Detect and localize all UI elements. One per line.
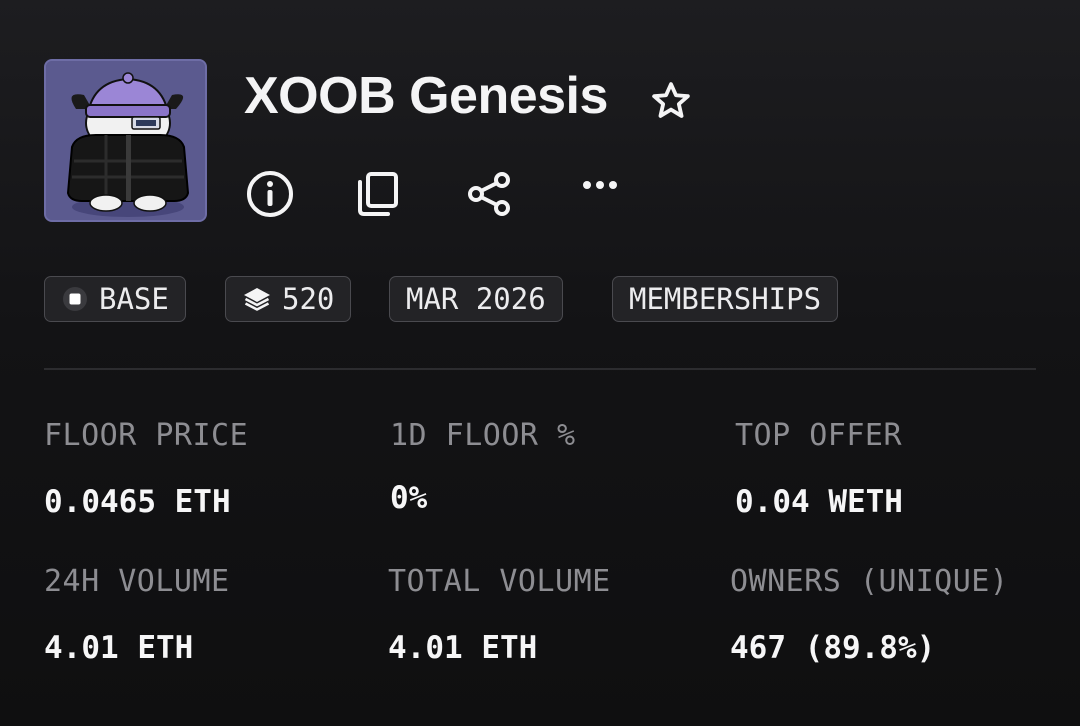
chip-items-count[interactable]: 520 xyxy=(225,276,352,322)
chip-category-label: MEMBERSHIPS xyxy=(629,282,822,316)
chip-chain[interactable]: BASE xyxy=(44,276,186,322)
more-options-button[interactable] xyxy=(574,160,626,212)
layers-icon xyxy=(242,285,272,313)
collection-avatar xyxy=(44,59,207,222)
chip-items-count-label: 520 xyxy=(282,282,335,316)
collection-title: XOOB Genesis xyxy=(244,67,608,125)
favorite-button[interactable] xyxy=(648,78,694,124)
chip-date[interactable]: MAR 2026 xyxy=(389,276,563,322)
top-offer-label: TOP OFFER xyxy=(735,418,903,453)
floor-price-label: FLOOR PRICE xyxy=(44,418,249,453)
volume-24h-label: 24H VOLUME xyxy=(44,564,230,599)
more-horizontal-icon xyxy=(583,181,617,189)
base-chain-icon xyxy=(61,285,89,313)
chip-category[interactable]: MEMBERSHIPS xyxy=(612,276,839,322)
share-icon xyxy=(468,172,510,216)
share-button[interactable] xyxy=(464,168,516,220)
owners-value: 467 (89.8%) xyxy=(730,630,936,666)
section-divider xyxy=(44,368,1036,370)
info-button[interactable] xyxy=(244,168,296,220)
chip-date-label: MAR 2026 xyxy=(406,282,546,316)
total-volume-value: 4.01 ETH xyxy=(388,630,538,666)
copy-button[interactable] xyxy=(352,168,404,220)
floor-price-value: 0.0465 ETH xyxy=(44,484,231,520)
floor-change-1d-value: 0% xyxy=(390,480,428,516)
floor-change-1d-label: 1D FLOOR % xyxy=(390,418,576,453)
top-offer-value: 0.04 WETH xyxy=(735,484,903,520)
owners-label: OWNERS (UNIQUE) xyxy=(730,564,1009,599)
copy-icon xyxy=(358,172,398,216)
volume-24h-value: 4.01 ETH xyxy=(44,630,194,666)
info-icon xyxy=(247,171,293,217)
total-volume-label: TOTAL VOLUME xyxy=(388,564,611,599)
xoob-character-avatar xyxy=(46,61,205,220)
star-outline-icon xyxy=(652,82,690,118)
chip-chain-label: BASE xyxy=(99,282,169,316)
